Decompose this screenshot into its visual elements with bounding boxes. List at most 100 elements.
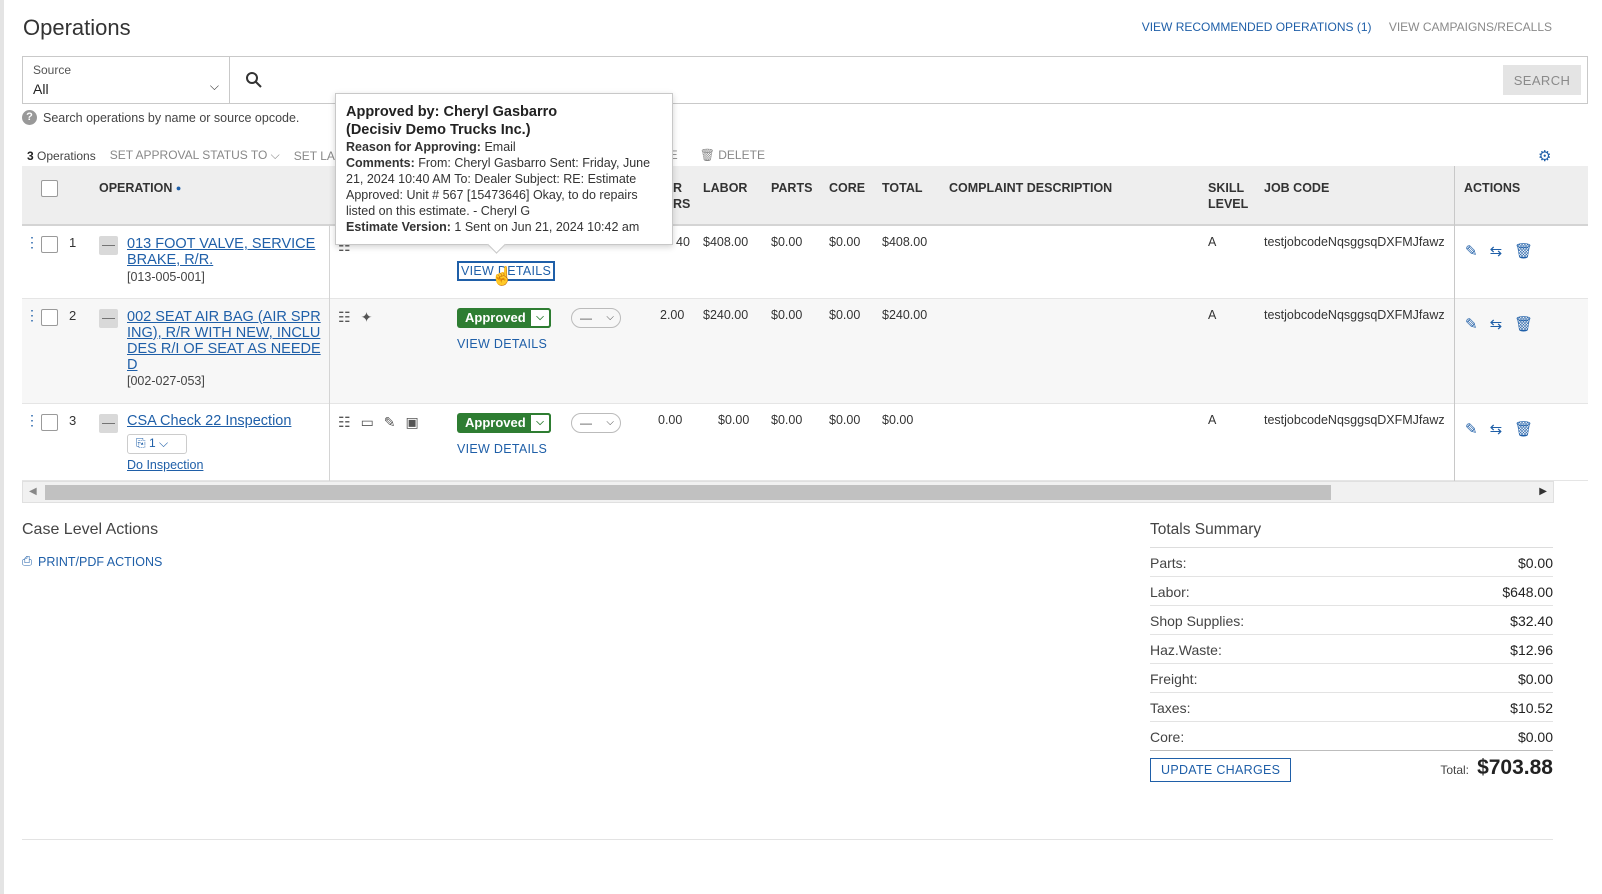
totals-row: Freight: $0.00 bbox=[1150, 664, 1553, 693]
update-charges-button[interactable]: UPDATE CHARGES bbox=[1150, 758, 1292, 782]
move-icon[interactable]: ⇆ bbox=[1490, 242, 1503, 260]
select-all-checkbox[interactable] bbox=[41, 180, 58, 197]
search-button[interactable]: SEARCH bbox=[1503, 65, 1581, 95]
view-details-link[interactable]: VIEW DETAILS bbox=[457, 337, 547, 351]
view-campaigns-link[interactable]: VIEW CAMPAIGNS/RECALLS bbox=[1389, 20, 1552, 34]
attachment-dropdown[interactable]: ⎘ 1 ⌵ bbox=[127, 434, 187, 454]
source-select[interactable]: Source All ⌵ bbox=[23, 57, 230, 103]
operation-code: [013-005-001] bbox=[127, 270, 205, 284]
totals-label: Core: bbox=[1150, 729, 1185, 745]
chevron-down-icon: ⌵ bbox=[529, 308, 551, 328]
row-number: 2 bbox=[69, 308, 77, 323]
trash-icon[interactable]: 🗑︎ bbox=[1514, 315, 1533, 333]
status-dropdown[interactable]: Approved ⌵ bbox=[457, 413, 551, 433]
notes-icon[interactable]: ✎ bbox=[384, 414, 396, 431]
move-icon[interactable]: ⇆ bbox=[1490, 420, 1503, 438]
scroll-right-icon[interactable]: ▶ bbox=[1539, 486, 1547, 497]
approval-tooltip: Approved by: Cheryl Gasbarro (Decisiv De… bbox=[335, 93, 673, 245]
table-row: ⋮⋮ 3 — CSA Check 22 Inspection ⎘ 1 ⌵ Do … bbox=[22, 404, 1588, 481]
totals-label: Haz.Waste: bbox=[1150, 642, 1222, 658]
hierarchy-icon[interactable]: ☷ bbox=[338, 414, 351, 431]
trash-icon[interactable]: 🗑︎ bbox=[1514, 242, 1533, 260]
totals-value: $648.00 bbox=[1502, 584, 1553, 600]
collapse-row-button[interactable]: — bbox=[99, 236, 118, 255]
row-checkbox[interactable] bbox=[41, 236, 58, 253]
operation-name-link[interactable]: CSA Check 22 Inspection bbox=[127, 413, 323, 429]
edit-icon[interactable]: ✎ bbox=[1465, 242, 1478, 260]
parts-icon[interactable]: ✦ bbox=[361, 309, 373, 326]
status-label: Approved bbox=[465, 415, 526, 430]
do-inspection-link[interactable]: Do Inspection bbox=[127, 458, 203, 472]
col-actions: ACTIONS bbox=[1464, 181, 1521, 195]
collapse-row-button[interactable]: — bbox=[99, 309, 118, 328]
print-pdf-label: PRINT/PDF ACTIONS bbox=[38, 554, 163, 569]
table-header: OPERATION ● R RS LABOR PARTS CORE TOTAL … bbox=[22, 166, 1588, 226]
tooltip-comments: Comments: From: Cheryl Gasbarro Sent: Fr… bbox=[346, 155, 662, 219]
core-value: $0.00 bbox=[829, 308, 861, 322]
core-value: $0.00 bbox=[829, 235, 861, 249]
col-operation[interactable]: OPERATION ● bbox=[99, 180, 181, 196]
printer-icon: ⎙ bbox=[22, 554, 33, 568]
scrollbar-thumb[interactable] bbox=[45, 485, 1331, 500]
search-bar: Source All ⌵ SEARCH bbox=[22, 56, 1588, 104]
view-recommended-link[interactable]: VIEW RECOMMENDED OPERATIONS (1) bbox=[1142, 20, 1372, 34]
row-checkbox[interactable] bbox=[41, 414, 58, 431]
totals-value: $12.96 bbox=[1510, 642, 1553, 658]
scroll-left-icon[interactable]: ◀ bbox=[29, 486, 37, 497]
tooltip-version-label: Estimate Version: bbox=[346, 220, 451, 234]
gear-icon[interactable]: ⚙ bbox=[1538, 147, 1551, 165]
print-pdf-actions-link[interactable]: ⎙ PRINT/PDF ACTIONS bbox=[22, 554, 162, 569]
status-dropdown[interactable]: Approved ⌵ bbox=[457, 308, 551, 328]
case-level-actions-title: Case Level Actions bbox=[22, 521, 159, 538]
labor-value: $408.00 bbox=[703, 235, 749, 249]
total-value: $240.00 bbox=[882, 308, 928, 322]
tooltip-reason-value: Email bbox=[484, 140, 516, 154]
row-checkbox[interactable] bbox=[41, 309, 58, 326]
hours-value: 40 bbox=[676, 235, 690, 249]
left-edge bbox=[0, 0, 4, 894]
operation-code: [002-027-053] bbox=[127, 374, 205, 388]
top-links: VIEW RECOMMENDED OPERATIONS (1) VIEW CAM… bbox=[1128, 20, 1552, 34]
set-la-action[interactable]: SET LA bbox=[294, 149, 335, 163]
folder-icon[interactable]: ▭ bbox=[361, 414, 374, 431]
totals-summary: Totals Summary Parts: $0.00 Labor: $648.00… bbox=[1150, 521, 1553, 782]
totals-label: Labor: bbox=[1150, 584, 1190, 600]
tooltip-version: Estimate Version: 1 Sent on Jun 21, 2024… bbox=[346, 219, 662, 235]
delete-action[interactable]: 🗑︎ DELETE bbox=[700, 148, 765, 162]
parts-value: $0.00 bbox=[771, 235, 803, 249]
toolbar-right: LE 🗑︎ DELETE bbox=[663, 148, 765, 162]
collapse-row-button[interactable]: — bbox=[99, 414, 118, 433]
tooltip-comments-label: Comments: bbox=[346, 156, 415, 170]
trash-icon: 🗑︎ bbox=[699, 148, 715, 162]
delete-label: DELETE bbox=[718, 148, 765, 162]
chevron-down-icon: ⌵ bbox=[529, 413, 551, 433]
table-row: ⋮⋮ 2 — 002 SEAT AIR BAG (AIR SPRING), R/… bbox=[22, 299, 1588, 404]
move-icon[interactable]: ⇆ bbox=[1490, 315, 1503, 333]
totals-label: Freight: bbox=[1150, 671, 1198, 687]
bottom-divider bbox=[22, 839, 1553, 840]
edit-icon[interactable]: ✎ bbox=[1465, 420, 1478, 438]
totals-value: $32.40 bbox=[1510, 613, 1553, 629]
table-row: ⋮⋮ 1 — 013 FOOT VALVE, SERVICE BRAKE, R/… bbox=[22, 226, 1588, 299]
set-approval-status-dropdown[interactable]: SET APPROVAL STATUS TO ⌵ bbox=[110, 148, 280, 163]
parts-box-icon[interactable]: ▣ bbox=[406, 414, 419, 431]
edit-icon[interactable]: ✎ bbox=[1465, 315, 1478, 333]
skill-value: A bbox=[1208, 235, 1217, 249]
skill-value: A bbox=[1208, 413, 1217, 427]
tooltip-approved-by: Approved by: Cheryl Gasbarro bbox=[346, 104, 558, 120]
totals-label: Shop Supplies: bbox=[1150, 613, 1245, 629]
totals-label: Taxes: bbox=[1150, 700, 1191, 716]
operations-toolbar: 3 Operations SET APPROVAL STATUS TO ⌵ SE… bbox=[27, 148, 335, 163]
view-details-link[interactable]: VIEW DETAILS bbox=[457, 442, 547, 456]
secondary-dropdown[interactable]: — ⌵ bbox=[571, 308, 621, 328]
totals-title: Totals Summary bbox=[1150, 521, 1553, 548]
status-label: Approved bbox=[465, 310, 526, 325]
operation-name-link[interactable]: 002 SEAT AIR BAG (AIR SPRING), R/R WITH … bbox=[127, 309, 323, 373]
search-hint-text: Search operations by name or source opco… bbox=[43, 110, 300, 125]
grand-total-value: $703.88 bbox=[1477, 756, 1553, 779]
hierarchy-icon[interactable]: ☷ bbox=[338, 309, 351, 326]
trash-icon[interactable]: 🗑︎ bbox=[1514, 420, 1533, 438]
operation-name-link[interactable]: 013 FOOT VALVE, SERVICE BRAKE, R/R. bbox=[127, 236, 323, 268]
secondary-dropdown[interactable]: — ⌵ bbox=[571, 413, 621, 433]
horizontal-scrollbar[interactable]: ◀ ▶ bbox=[22, 481, 1554, 503]
